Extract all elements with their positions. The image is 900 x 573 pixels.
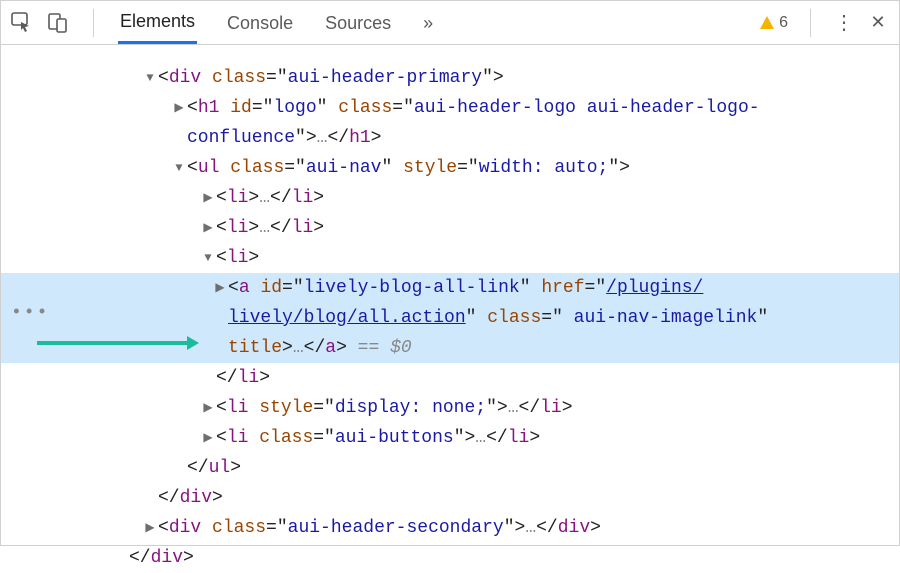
collapse-toggle-icon[interactable]: ▼ <box>201 243 215 273</box>
collapse-toggle-icon[interactable]: ▼ <box>172 153 186 183</box>
dom-node-div-primary[interactable]: ▼<div class="aui-header-primary"> <box>1 63 899 93</box>
toolbar-left: Elements Console Sources » <box>11 1 435 44</box>
dom-node-ul[interactable]: ▼<ul class="aui-nav" style="width: auto;… <box>1 153 899 183</box>
collapse-toggle-icon[interactable]: ▼ <box>143 63 157 93</box>
toolbar-separator <box>93 9 94 37</box>
dom-node-li-3-open[interactable]: ▼<li> <box>1 243 899 273</box>
tab-console[interactable]: Console <box>225 3 295 43</box>
warning-count: 6 <box>779 14 788 32</box>
devtools-toolbar: Elements Console Sources » 6 ⋮ ✕ <box>1 1 899 45</box>
warnings-badge[interactable]: 6 <box>759 14 788 32</box>
dom-node-li-1[interactable]: ▶<li>…</li> <box>1 183 899 213</box>
dom-node-ul-close[interactable]: </ul> <box>1 453 899 483</box>
expand-toggle-icon[interactable]: ▶ <box>201 423 215 453</box>
toolbar-right: 6 ⋮ ✕ <box>759 9 889 37</box>
expand-toggle-icon[interactable]: ▶ <box>201 183 215 213</box>
dom-node-div-primary-close[interactable]: </div> <box>1 483 899 513</box>
toolbar-separator-2 <box>810 9 811 37</box>
tab-sources[interactable]: Sources <box>323 3 393 43</box>
dom-node-h1[interactable]: ▶<h1 id="logo" class="aui-header-logo au… <box>1 93 899 153</box>
kebab-menu-icon[interactable]: ⋮ <box>833 12 855 34</box>
close-icon[interactable]: ✕ <box>867 12 889 34</box>
expand-toggle-icon[interactable]: ▶ <box>172 93 186 123</box>
expand-toggle-icon[interactable]: ▶ <box>201 213 215 243</box>
dom-node-outer-div-close[interactable]: </div> <box>1 543 899 573</box>
devtools-tabs: Elements Console Sources » <box>118 1 435 44</box>
expand-toggle-icon[interactable]: ▶ <box>213 273 227 303</box>
elements-dom-tree[interactable]: ••• ▼<div class="aui-header-primary"> ▶<… <box>1 45 899 573</box>
selected-dom-node[interactable]: ▶<a id="lively-blog-all-link" href="/plu… <box>1 273 899 363</box>
expand-toggle-icon[interactable]: ▶ <box>143 513 157 543</box>
tab-elements[interactable]: Elements <box>118 1 197 44</box>
dom-node-li-5[interactable]: ▶<li class="aui-buttons">…</li> <box>1 423 899 453</box>
inspect-icon[interactable] <box>11 12 33 34</box>
dom-node-li-3-close[interactable]: </li> <box>1 363 899 393</box>
dom-node-div-secondary[interactable]: ▶<div class="aui-header-secondary">…</di… <box>1 513 899 543</box>
more-tabs-button[interactable]: » <box>421 3 435 43</box>
expand-toggle-icon[interactable]: ▶ <box>201 393 215 423</box>
dom-node-li-2[interactable]: ▶<li>…</li> <box>1 213 899 243</box>
dom-node-li-4[interactable]: ▶<li style="display: none;">…</li> <box>1 393 899 423</box>
device-toggle-icon[interactable] <box>47 12 69 34</box>
